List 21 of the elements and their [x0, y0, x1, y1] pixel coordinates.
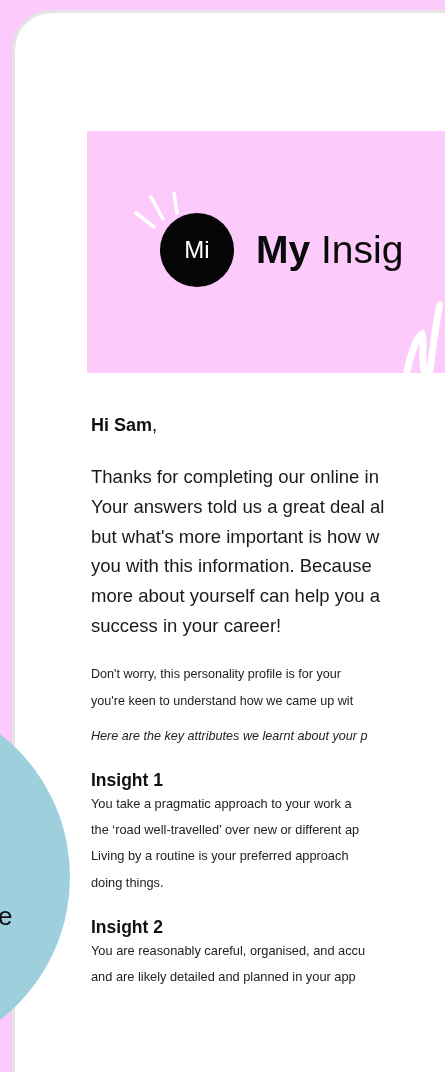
text-line: Your answers told us a great deal al	[91, 494, 386, 519]
text-line: and are likely detailed and planned in your app	[91, 968, 357, 987]
text-line: more about yourself can help you a	[91, 584, 381, 609]
insight-heading: Insight 1	[91, 768, 164, 791]
greeting-text: Hi Sam,	[91, 415, 159, 436]
text-line: Living by a routine is your preferred approach	[91, 847, 350, 866]
text-line: doing things.	[91, 873, 165, 892]
text-line: the ‘road well-travelled’ over new or different ap	[91, 821, 361, 840]
banner-title: My Insig	[256, 228, 404, 272]
insight-heading: Insight 2	[91, 915, 164, 938]
text-line: You take a pragmatic approach to your work a	[91, 794, 353, 813]
text-line: Thanks for completing our online in	[91, 465, 380, 489]
sparkle-icon	[134, 191, 180, 231]
logo-badge: Mi	[160, 213, 234, 287]
text-line: you're keen to understand how we came up wit	[91, 692, 355, 710]
text-line: but what's more important is how w	[91, 524, 381, 549]
lead-in-text: Here are the key attributes we learnt about your p	[91, 728, 369, 743]
text-line: you with this information. Because	[91, 554, 373, 579]
text-line: You are reasonably careful, organised, and accu	[91, 941, 367, 960]
text-line: success in your career!	[91, 614, 283, 638]
text-line: Don't worry, this personality profile is for your	[91, 665, 342, 683]
